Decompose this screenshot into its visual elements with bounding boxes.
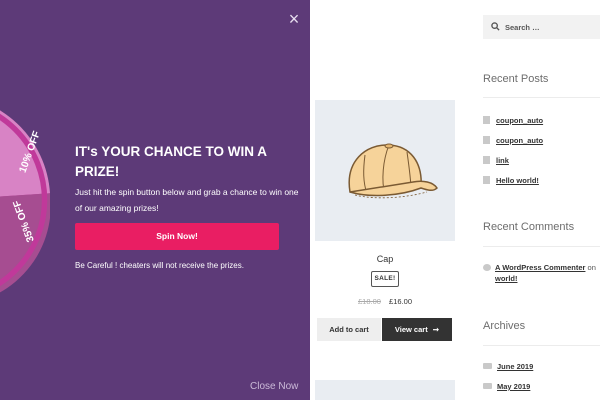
document-icon: [483, 116, 490, 124]
arrow-right-icon: ➞: [432, 325, 440, 334]
spin-wheel-popup: 10% OFF 35% OFF × IT's YOUR CHANCE TO WI…: [0, 0, 310, 400]
document-icon: [483, 136, 490, 144]
page: Cap SALE! £18.00 £16.00 Add to cart View…: [0, 0, 600, 400]
recent-post-link[interactable]: coupon_auto: [483, 136, 543, 145]
recent-posts-title: Recent Posts: [483, 73, 549, 85]
popup-warning: Be Careful ! cheaters will not receive t…: [75, 261, 244, 270]
document-icon: [483, 176, 490, 184]
add-to-cart-button[interactable]: Add to cart: [317, 318, 381, 341]
product-title[interactable]: Cap: [315, 254, 455, 264]
close-now-link[interactable]: Close Now: [250, 381, 298, 392]
price-new: £16.00: [389, 297, 412, 306]
archive-link[interactable]: June 2019: [483, 362, 533, 371]
spin-now-button[interactable]: Spin Now!: [75, 223, 279, 250]
folder-icon: [483, 363, 492, 369]
popup-headline: IT's YOUR CHANCE TO WIN A PRIZE!: [75, 144, 267, 179]
search-box[interactable]: [483, 15, 600, 39]
recent-post-link[interactable]: coupon_auto: [483, 116, 543, 125]
archives-title: Archives: [483, 320, 526, 332]
archive-link[interactable]: May 2019: [483, 382, 530, 391]
sale-badge: SALE!: [371, 271, 399, 287]
comment-icon: [483, 264, 491, 271]
view-cart-button[interactable]: View cart ➞: [382, 318, 452, 341]
recent-comment: A WordPress Commenter on world!: [483, 262, 600, 284]
divider: [483, 246, 600, 247]
recent-comments-title: Recent Comments: [483, 221, 575, 233]
search-input[interactable]: [505, 15, 600, 39]
product-image-next[interactable]: [315, 380, 455, 400]
comment-post-link[interactable]: world!: [495, 274, 518, 283]
comment-author-link[interactable]: A WordPress Commenter: [495, 263, 585, 272]
recent-post-link[interactable]: Hello world!: [483, 176, 539, 185]
price-row: £18.00 £16.00: [315, 297, 455, 306]
view-cart-label: View cart: [394, 325, 428, 334]
recent-post-link[interactable]: link: [483, 156, 509, 165]
divider: [483, 97, 600, 98]
close-icon[interactable]: ×: [284, 9, 304, 29]
divider: [483, 345, 600, 346]
cap-icon: [348, 143, 438, 199]
document-icon: [483, 156, 490, 164]
search-icon: [491, 22, 500, 31]
store-page: Cap SALE! £18.00 £16.00 Add to cart View…: [310, 0, 600, 400]
price-old: £18.00: [358, 297, 381, 306]
popup-subtext: Just hit the spin button below and grab …: [75, 187, 299, 213]
prize-wheel[interactable]: 10% OFF 35% OFF: [0, 45, 50, 355]
folder-icon: [483, 383, 492, 389]
product-image[interactable]: [315, 100, 455, 241]
